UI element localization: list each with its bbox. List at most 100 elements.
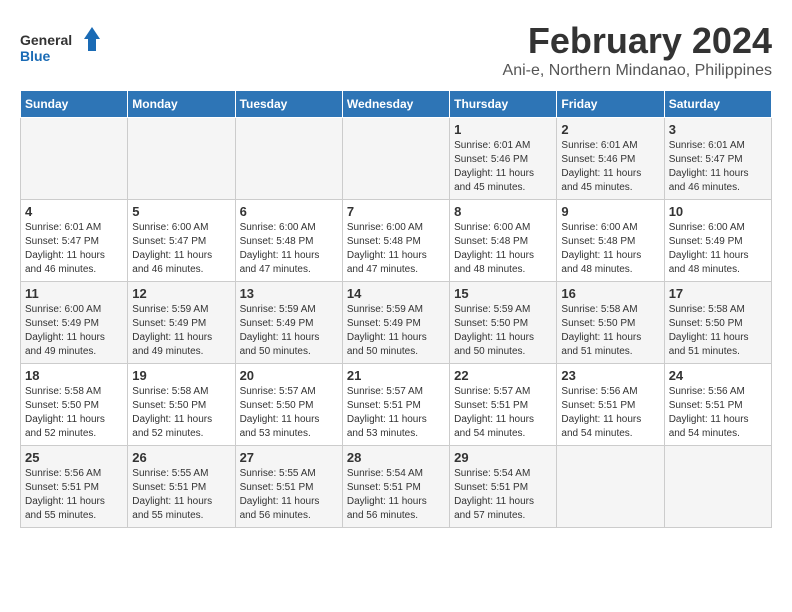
calendar-cell: 4 Sunrise: 6:01 AMSunset: 5:47 PMDaylight… xyxy=(21,200,128,282)
cell-day-info: Sunrise: 5:58 AMSunset: 5:50 PMDaylight:… xyxy=(132,385,230,441)
calendar-cell: 28 Sunrise: 5:54 AMSunset: 5:51 PMDayligh… xyxy=(342,446,449,528)
cell-day-info: Sunrise: 5:59 AMSunset: 5:49 PMDaylight:… xyxy=(132,303,230,359)
cell-day-info: Sunrise: 6:00 AMSunset: 5:48 PMDaylight:… xyxy=(240,221,338,277)
calendar-header-saturday: Saturday xyxy=(664,91,771,118)
calendar-cell xyxy=(557,446,664,528)
cell-day-number: 10 xyxy=(669,204,767,219)
cell-day-number: 16 xyxy=(561,286,659,301)
calendar-cell xyxy=(21,118,128,200)
calendar-header-wednesday: Wednesday xyxy=(342,91,449,118)
cell-day-number: 6 xyxy=(240,204,338,219)
cell-day-info: Sunrise: 6:00 AMSunset: 5:49 PMDaylight:… xyxy=(669,221,767,277)
logo: General Blue xyxy=(20,25,100,70)
calendar-cell xyxy=(664,446,771,528)
cell-day-number: 17 xyxy=(669,286,767,301)
calendar-header-row: SundayMondayTuesdayWednesdayThursdayFrid… xyxy=(21,91,772,118)
calendar-cell xyxy=(128,118,235,200)
calendar-cell: 11Sunrise: 6:00 AMSunset: 5:49 PMDayligh… xyxy=(21,282,128,364)
cell-day-info: Sunrise: 5:58 AMSunset: 5:50 PMDaylight:… xyxy=(669,303,767,359)
calendar-header-tuesday: Tuesday xyxy=(235,91,342,118)
calendar-cell: 12Sunrise: 5:59 AMSunset: 5:49 PMDayligh… xyxy=(128,282,235,364)
calendar-cell: 18 Sunrise: 5:58 AMSunset: 5:50 PMDayligh… xyxy=(21,364,128,446)
cell-day-number: 5 xyxy=(132,204,230,219)
cell-day-info: Sunrise: 5:59 AMSunset: 5:49 PMDaylight:… xyxy=(347,303,445,359)
calendar-cell: 2 Sunrise: 6:01 AMSunset: 5:46 PMDaylight… xyxy=(557,118,664,200)
calendar-week-row: 11Sunrise: 6:00 AMSunset: 5:49 PMDayligh… xyxy=(21,282,772,364)
calendar-cell: 21 Sunrise: 5:57 AMSunset: 5:51 PMDayligh… xyxy=(342,364,449,446)
cell-day-number: 18 xyxy=(25,368,123,383)
cell-day-number: 14 xyxy=(347,286,445,301)
cell-day-number: 4 xyxy=(25,204,123,219)
cell-day-info: Sunrise: 5:59 AMSunset: 5:49 PMDaylight:… xyxy=(240,303,338,359)
cell-day-number: 29 xyxy=(454,450,552,465)
calendar-cell xyxy=(235,118,342,200)
calendar-cell: 16Sunrise: 5:58 AMSunset: 5:50 PMDayligh… xyxy=(557,282,664,364)
cell-day-number: 23 xyxy=(561,368,659,383)
cell-day-number: 20 xyxy=(240,368,338,383)
cell-day-info: Sunrise: 5:54 AMSunset: 5:51 PMDaylight:… xyxy=(347,467,445,523)
cell-day-number: 8 xyxy=(454,204,552,219)
calendar-cell: 20Sunrise: 5:57 AMSunset: 5:50 PMDayligh… xyxy=(235,364,342,446)
calendar-week-row: 4 Sunrise: 6:01 AMSunset: 5:47 PMDaylight… xyxy=(21,200,772,282)
cell-day-info: Sunrise: 6:01 AMSunset: 5:47 PMDaylight:… xyxy=(25,221,123,277)
cell-day-number: 2 xyxy=(561,122,659,137)
cell-day-number: 25 xyxy=(25,450,123,465)
calendar-table: SundayMondayTuesdayWednesdayThursdayFrid… xyxy=(20,90,772,528)
cell-day-info: Sunrise: 6:01 AMSunset: 5:47 PMDaylight:… xyxy=(669,139,767,195)
calendar-header-monday: Monday xyxy=(128,91,235,118)
page-subtitle: Ani-e, Northern Mindanao, Philippines xyxy=(503,62,772,80)
calendar-cell: 25 Sunrise: 5:56 AMSunset: 5:51 PMDayligh… xyxy=(21,446,128,528)
cell-day-number: 21 xyxy=(347,368,445,383)
cell-day-number: 24 xyxy=(669,368,767,383)
cell-day-info: Sunrise: 6:01 AMSunset: 5:46 PMDaylight:… xyxy=(561,139,659,195)
cell-day-number: 27 xyxy=(240,450,338,465)
cell-day-number: 1 xyxy=(454,122,552,137)
calendar-cell: 5 Sunrise: 6:00 AMSunset: 5:47 PMDaylight… xyxy=(128,200,235,282)
cell-day-number: 19 xyxy=(132,368,230,383)
logo-icon: General Blue xyxy=(20,25,100,70)
calendar-cell: 29 Sunrise: 5:54 AMSunset: 5:51 PMDayligh… xyxy=(450,446,557,528)
calendar-cell: 24 Sunrise: 5:56 AMSunset: 5:51 PMDayligh… xyxy=(664,364,771,446)
cell-day-info: Sunrise: 6:00 AMSunset: 5:48 PMDaylight:… xyxy=(454,221,552,277)
cell-day-info: Sunrise: 5:55 AMSunset: 5:51 PMDaylight:… xyxy=(240,467,338,523)
calendar-cell: 9 Sunrise: 6:00 AMSunset: 5:48 PMDaylight… xyxy=(557,200,664,282)
cell-day-info: Sunrise: 5:57 AMSunset: 5:51 PMDaylight:… xyxy=(347,385,445,441)
calendar-cell: 3 Sunrise: 6:01 AMSunset: 5:47 PMDaylight… xyxy=(664,118,771,200)
cell-day-info: Sunrise: 5:56 AMSunset: 5:51 PMDaylight:… xyxy=(669,385,767,441)
cell-day-info: Sunrise: 6:00 AMSunset: 5:48 PMDaylight:… xyxy=(347,221,445,277)
calendar-header-sunday: Sunday xyxy=(21,91,128,118)
calendar-cell: 26Sunrise: 5:55 AMSunset: 5:51 PMDayligh… xyxy=(128,446,235,528)
cell-day-info: Sunrise: 5:59 AMSunset: 5:50 PMDaylight:… xyxy=(454,303,552,359)
calendar-cell: 22 Sunrise: 5:57 AMSunset: 5:51 PMDayligh… xyxy=(450,364,557,446)
title-section: February 2024 Ani-e, Northern Mindanao, … xyxy=(503,20,772,80)
calendar-cell: 19 Sunrise: 5:58 AMSunset: 5:50 PMDayligh… xyxy=(128,364,235,446)
cell-day-info: Sunrise: 6:01 AMSunset: 5:46 PMDaylight:… xyxy=(454,139,552,195)
cell-day-number: 9 xyxy=(561,204,659,219)
cell-day-info: Sunrise: 5:55 AMSunset: 5:51 PMDaylight:… xyxy=(132,467,230,523)
svg-text:General: General xyxy=(20,32,72,48)
calendar-cell: 10 Sunrise: 6:00 AMSunset: 5:49 PMDayligh… xyxy=(664,200,771,282)
cell-day-number: 13 xyxy=(240,286,338,301)
cell-day-info: Sunrise: 5:57 AMSunset: 5:51 PMDaylight:… xyxy=(454,385,552,441)
calendar-header-thursday: Thursday xyxy=(450,91,557,118)
calendar-week-row: 18 Sunrise: 5:58 AMSunset: 5:50 PMDayligh… xyxy=(21,364,772,446)
calendar-header-friday: Friday xyxy=(557,91,664,118)
cell-day-number: 7 xyxy=(347,204,445,219)
calendar-week-row: 1 Sunrise: 6:01 AMSunset: 5:46 PMDaylight… xyxy=(21,118,772,200)
cell-day-info: Sunrise: 5:56 AMSunset: 5:51 PMDaylight:… xyxy=(25,467,123,523)
cell-day-info: Sunrise: 5:54 AMSunset: 5:51 PMDaylight:… xyxy=(454,467,552,523)
calendar-cell: 17 Sunrise: 5:58 AMSunset: 5:50 PMDayligh… xyxy=(664,282,771,364)
calendar-cell: 8 Sunrise: 6:00 AMSunset: 5:48 PMDaylight… xyxy=(450,200,557,282)
calendar-cell: 13 Sunrise: 5:59 AMSunset: 5:49 PMDayligh… xyxy=(235,282,342,364)
cell-day-info: Sunrise: 5:56 AMSunset: 5:51 PMDaylight:… xyxy=(561,385,659,441)
calendar-cell: 6 Sunrise: 6:00 AMSunset: 5:48 PMDaylight… xyxy=(235,200,342,282)
cell-day-info: Sunrise: 6:00 AMSunset: 5:48 PMDaylight:… xyxy=(561,221,659,277)
calendar-cell: 23 Sunrise: 5:56 AMSunset: 5:51 PMDayligh… xyxy=(557,364,664,446)
cell-day-number: 11 xyxy=(25,286,123,301)
cell-day-number: 28 xyxy=(347,450,445,465)
cell-day-number: 22 xyxy=(454,368,552,383)
cell-day-info: Sunrise: 6:00 AMSunset: 5:47 PMDaylight:… xyxy=(132,221,230,277)
calendar-cell: 15Sunrise: 5:59 AMSunset: 5:50 PMDayligh… xyxy=(450,282,557,364)
cell-day-number: 3 xyxy=(669,122,767,137)
cell-day-info: Sunrise: 5:58 AMSunset: 5:50 PMDaylight:… xyxy=(25,385,123,441)
